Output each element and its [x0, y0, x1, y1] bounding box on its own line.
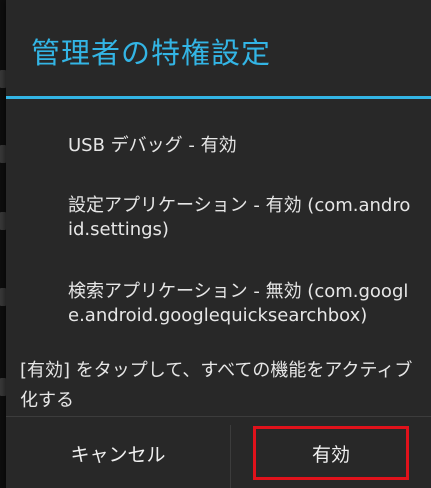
- dialog-title: 管理者の特権設定: [31, 36, 272, 70]
- activate-button-highlight: [253, 426, 409, 480]
- privilege-settings-dialog: 管理者の特権設定 USB デバッグ - 有効 設定アプリケーション - 有効 (…: [6, 0, 431, 488]
- permission-settings-app: 設定アプリケーション - 有効 (com.android.settings): [68, 195, 411, 240]
- cancel-button[interactable]: キャンセル: [6, 417, 230, 488]
- activation-message: [有効] をタップして、すべての機能をアクティブ化する: [20, 360, 413, 411]
- permission-usb-debugging: USB デバッグ - 有効: [68, 135, 237, 156]
- title-divider: [6, 96, 431, 99]
- permission-search-app: 検索アプリケーション - 無効 (com.google.android.goog…: [68, 281, 409, 326]
- screen: 管理者の特権設定 USB デバッグ - 有効 設定アプリケーション - 有効 (…: [0, 0, 431, 488]
